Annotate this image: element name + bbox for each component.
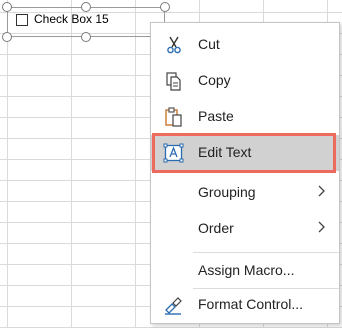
resize-handle-bottom-middle[interactable]: [81, 32, 91, 42]
checkbox[interactable]: [16, 14, 28, 26]
text-box-icon: [163, 143, 185, 163]
context-menu: Cut Copy Paste Edit Text Grouping Order …: [150, 22, 340, 324]
menu-item-edit-text-label: Edit Text: [198, 144, 252, 160]
menu-item-cut[interactable]: Cut: [151, 27, 339, 63]
copy-icon: [163, 71, 185, 91]
chevron-right-icon: [315, 219, 327, 235]
resize-handle-top-right[interactable]: [160, 2, 170, 12]
menu-item-cut-label: Cut: [198, 36, 220, 52]
resize-handle-top-middle[interactable]: [81, 2, 91, 12]
menu-item-assign-macro-label: Assign Macro...: [198, 262, 295, 278]
chevron-right-icon: [315, 183, 327, 199]
menu-item-paste[interactable]: Paste: [151, 99, 339, 135]
menu-item-grouping-label: Grouping: [198, 184, 256, 200]
menu-item-copy-label: Copy: [198, 72, 231, 88]
format-control-icon: [163, 295, 185, 315]
menu-item-assign-macro[interactable]: Assign Macro...: [151, 253, 339, 289]
menu-item-copy[interactable]: Copy: [151, 63, 339, 99]
resize-handle-top-left[interactable]: [2, 2, 12, 12]
menu-item-order-label: Order: [198, 220, 234, 236]
menu-item-format-control-label: Format Control...: [198, 296, 304, 312]
menu-item-edit-text[interactable]: Edit Text: [151, 135, 339, 171]
checkbox-label: Check Box 15: [34, 12, 109, 26]
menu-item-grouping[interactable]: Grouping: [151, 175, 339, 211]
scissors-icon: [163, 35, 185, 55]
menu-item-order[interactable]: Order: [151, 211, 339, 247]
resize-handle-bottom-left[interactable]: [2, 32, 12, 42]
menu-item-paste-label: Paste: [198, 108, 234, 124]
clipboard-paste-icon: [163, 107, 185, 127]
menu-item-format-control[interactable]: Format Control...: [151, 287, 339, 323]
